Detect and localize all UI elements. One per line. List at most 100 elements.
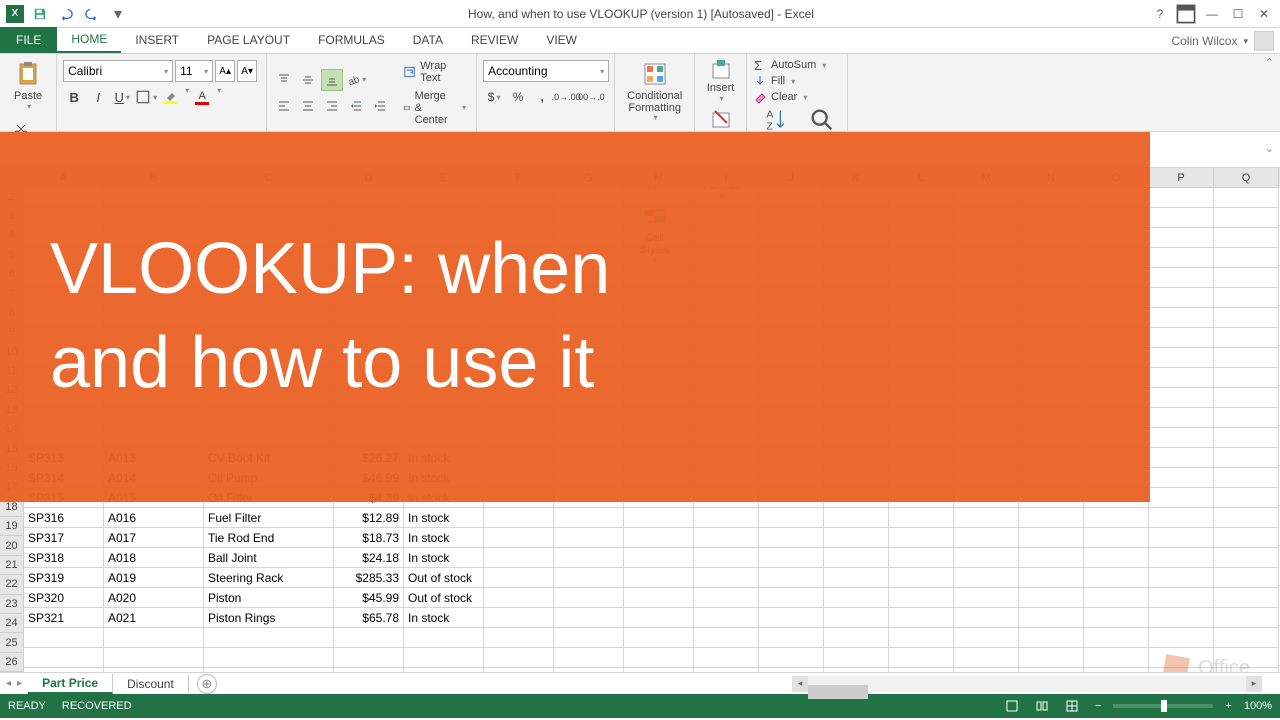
cell[interactable] xyxy=(484,648,554,668)
align-bottom-icon[interactable] xyxy=(321,69,343,91)
cell[interactable] xyxy=(104,628,204,648)
row-header[interactable]: 19 xyxy=(0,517,24,536)
increase-indent-icon[interactable] xyxy=(369,95,391,117)
cell[interactable] xyxy=(1084,568,1149,588)
orientation-icon[interactable]: ab▾ xyxy=(345,69,367,91)
sheet-tab-discount[interactable]: Discount xyxy=(113,675,189,693)
cell[interactable] xyxy=(1214,228,1279,248)
cell[interactable] xyxy=(624,588,694,608)
ribbon-display-icon[interactable] xyxy=(1174,4,1198,24)
cell[interactable] xyxy=(1214,508,1279,528)
cell[interactable] xyxy=(1149,208,1214,228)
cell[interactable] xyxy=(1214,468,1279,488)
cell[interactable] xyxy=(1214,408,1279,428)
cell[interactable]: In stock xyxy=(404,548,484,568)
column-header[interactable]: P xyxy=(1149,168,1214,188)
cell[interactable]: A017 xyxy=(104,528,204,548)
cell[interactable] xyxy=(1214,328,1279,348)
cell[interactable] xyxy=(759,628,824,648)
cell[interactable] xyxy=(889,528,954,548)
cell[interactable] xyxy=(759,608,824,628)
clear-button[interactable]: Clear▾ xyxy=(753,90,841,104)
cell[interactable] xyxy=(889,568,954,588)
bold-button[interactable]: B xyxy=(63,86,85,108)
align-middle-icon[interactable] xyxy=(297,69,319,91)
cell[interactable] xyxy=(404,648,484,668)
cell[interactable] xyxy=(1214,268,1279,288)
cell[interactable] xyxy=(694,628,759,648)
wrap-text-button[interactable]: Wrap Text xyxy=(399,58,470,86)
cell[interactable]: In stock xyxy=(404,508,484,528)
cell[interactable] xyxy=(1214,188,1279,208)
cell[interactable] xyxy=(1149,488,1214,508)
accounting-format-icon[interactable]: $▾ xyxy=(483,86,505,108)
cell[interactable] xyxy=(1084,548,1149,568)
cell[interactable] xyxy=(554,528,624,548)
cell[interactable] xyxy=(1149,608,1214,628)
cell[interactable] xyxy=(334,628,404,648)
cell[interactable]: Steering Rack xyxy=(204,568,334,588)
cell[interactable] xyxy=(24,648,104,668)
fill-button[interactable]: Fill▾ xyxy=(753,74,841,88)
cell[interactable] xyxy=(554,568,624,588)
cell[interactable] xyxy=(104,648,204,668)
customize-qat-icon[interactable]: ▾ xyxy=(108,4,128,24)
file-tab[interactable]: FILE xyxy=(0,27,57,53)
cell[interactable] xyxy=(1214,208,1279,228)
cell[interactable]: $65.78 xyxy=(334,608,404,628)
cell[interactable] xyxy=(484,548,554,568)
underline-button[interactable]: U▾ xyxy=(111,86,133,108)
cell[interactable]: A021 xyxy=(104,608,204,628)
cell[interactable] xyxy=(204,628,334,648)
increase-font-icon[interactable]: A▴ xyxy=(215,60,235,82)
cell[interactable] xyxy=(1019,528,1084,548)
cell[interactable] xyxy=(1214,548,1279,568)
cell[interactable]: SP319 xyxy=(24,568,104,588)
cell[interactable]: A019 xyxy=(104,568,204,588)
tab-review[interactable]: REVIEW xyxy=(457,27,532,53)
row-header[interactable]: 26 xyxy=(0,653,24,672)
cell[interactable] xyxy=(889,648,954,668)
cell[interactable]: $45.99 xyxy=(334,588,404,608)
save-icon[interactable] xyxy=(30,4,50,24)
cell[interactable] xyxy=(554,628,624,648)
cell[interactable] xyxy=(1214,388,1279,408)
column-header[interactable]: Q xyxy=(1214,168,1279,188)
cell[interactable] xyxy=(1214,588,1279,608)
cell[interactable] xyxy=(624,508,694,528)
cell[interactable] xyxy=(694,608,759,628)
cell[interactable] xyxy=(1149,508,1214,528)
cell[interactable]: Tie Rod End xyxy=(204,528,334,548)
conditional-formatting-button[interactable]: Conditional Formatting▾ xyxy=(623,58,686,125)
cell[interactable] xyxy=(484,628,554,648)
cell[interactable] xyxy=(954,588,1019,608)
align-center-icon[interactable] xyxy=(297,95,319,117)
font-size-select[interactable]: 11▾ xyxy=(175,60,213,82)
cell[interactable] xyxy=(824,648,889,668)
cell[interactable] xyxy=(1149,448,1214,468)
row-header[interactable]: 24 xyxy=(0,614,24,633)
row-header[interactable]: 22 xyxy=(0,575,24,594)
cell[interactable] xyxy=(624,628,694,648)
cell[interactable]: Piston xyxy=(204,588,334,608)
cell[interactable] xyxy=(624,528,694,548)
cell[interactable] xyxy=(759,568,824,588)
paste-button[interactable]: Paste ▾ xyxy=(6,56,50,115)
cell[interactable] xyxy=(1019,508,1084,528)
cell[interactable] xyxy=(624,608,694,628)
cell[interactable] xyxy=(484,588,554,608)
horizontal-scrollbar[interactable]: ◂ ▸ xyxy=(792,676,1262,692)
cell[interactable] xyxy=(1214,348,1279,368)
cell[interactable] xyxy=(824,568,889,588)
cell[interactable] xyxy=(1149,288,1214,308)
cell[interactable] xyxy=(824,628,889,648)
cell[interactable] xyxy=(824,608,889,628)
cell[interactable] xyxy=(1149,368,1214,388)
cell[interactable] xyxy=(954,548,1019,568)
cell[interactable] xyxy=(1214,608,1279,628)
row-header[interactable]: 25 xyxy=(0,633,24,652)
cell[interactable]: Out of stock xyxy=(404,568,484,588)
cell[interactable] xyxy=(954,508,1019,528)
font-name-select[interactable]: Calibri▾ xyxy=(63,60,173,82)
cell[interactable] xyxy=(694,548,759,568)
